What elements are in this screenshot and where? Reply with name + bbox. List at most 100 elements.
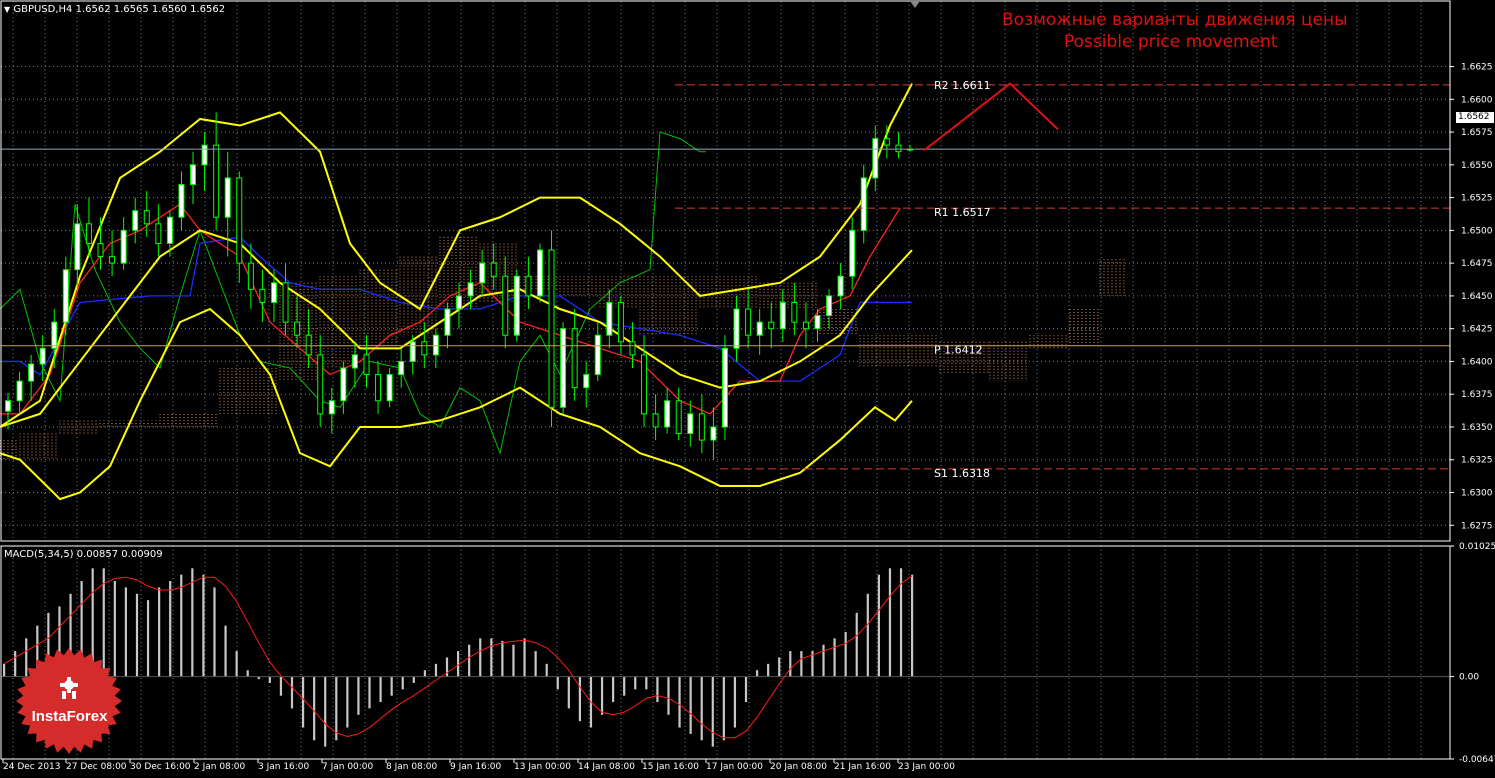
candle-body — [236, 177, 243, 264]
candle-body — [166, 216, 173, 244]
macd-histogram-bar — [401, 676, 404, 690]
candle-body — [560, 328, 567, 408]
chart-shift-marker-icon — [910, 1, 920, 8]
candle-body — [85, 223, 92, 244]
price-chart[interactable]: R2 1.6611 R1 1.6517 P 1.6412 S1 1.6318 1.66… — [0, 0, 1495, 774]
macd-histogram-bar — [213, 587, 216, 677]
candle-body — [409, 341, 416, 362]
macd-chart-frame — [0, 545, 1451, 760]
price-tick-label: 1.6375 — [1461, 390, 1493, 400]
macd-histogram-bar — [246, 670, 249, 677]
macd-histogram-bar — [368, 676, 371, 709]
macd-histogram-bar — [711, 676, 714, 747]
price-tick-label: 1.6300 — [1461, 489, 1493, 499]
macd-histogram-bar — [722, 676, 725, 741]
level-label-r1: R1 1.6517 — [934, 206, 991, 219]
macd-histogram-bar — [844, 631, 847, 677]
candle-body — [386, 374, 393, 402]
candle-body — [895, 144, 902, 153]
macd-histogram-bar — [490, 638, 493, 677]
time-tick-label: 2 Jan 08:00 — [194, 762, 246, 772]
macd-histogram-bar — [888, 568, 892, 677]
candle-body — [120, 229, 127, 264]
price-tick-label: 1.6600 — [1461, 95, 1493, 105]
macd-histogram-bar — [357, 676, 360, 715]
price-tick-label: 1.6525 — [1461, 194, 1493, 204]
macd-histogram-bar — [523, 638, 526, 677]
candle-body — [398, 360, 405, 376]
macd-histogram-bar — [877, 574, 880, 677]
candle-body — [351, 354, 358, 369]
candle-body — [213, 144, 220, 218]
candle-body — [5, 400, 11, 412]
candle-body — [664, 400, 671, 428]
time-tick-label: 21 Jan 16:00 — [834, 762, 891, 772]
candle-body — [28, 363, 35, 382]
macd-histogram-bar — [290, 676, 294, 709]
macd-histogram-bar — [346, 676, 349, 728]
macd-histogram-bar — [335, 676, 338, 741]
candle-body — [328, 400, 335, 415]
macd-histogram-bar — [479, 638, 482, 677]
candle-body — [109, 256, 116, 264]
candle-body — [143, 210, 150, 225]
chikou-line — [0, 131, 706, 455]
candle-body — [768, 321, 775, 330]
level-label-s1: S1 1.6318 — [934, 467, 990, 480]
macd-histogram-bar — [866, 593, 869, 677]
candle-body — [432, 334, 439, 356]
macd-histogram-bar — [744, 676, 748, 703]
price-tick-label: 1.6350 — [1461, 423, 1493, 433]
candle-body — [513, 275, 520, 336]
macd-histogram-bar — [512, 644, 515, 677]
forecast-arrow — [923, 82, 1059, 152]
macd-histogram-bar — [755, 670, 759, 677]
price-tick-label: 1.6425 — [1461, 325, 1493, 335]
price-tick-label: 1.6625 — [1461, 63, 1493, 73]
macd-histogram-bar — [778, 657, 781, 677]
candle-body — [247, 262, 254, 290]
instaforex-logo[interactable]: InstaForex — [12, 648, 127, 754]
price-tick-label: 1.6400 — [1461, 357, 1493, 367]
candle-body — [502, 275, 509, 336]
bollinger-middle — [0, 229, 913, 428]
bollinger-lower — [0, 307, 913, 501]
macd-histogram-bar — [600, 676, 604, 715]
macd-tick-label: -0.00647 — [1459, 755, 1495, 765]
macd-indicator-label: MACD(5,34,5) 0.00857 0.00909 — [4, 549, 163, 560]
candle-body — [548, 249, 555, 408]
macd-histogram-bar — [313, 676, 316, 741]
chart-window: R2 1.6611 R1 1.6517 P 1.6412 S1 1.6318 1.66… — [0, 0, 1495, 774]
candle-body — [224, 177, 231, 218]
price-tick-label: 1.6575 — [1461, 128, 1493, 138]
annotation-russian: Возможные варианты движения цены — [1002, 10, 1348, 30]
candle-body — [594, 334, 601, 376]
time-tick-label: 23 Jan 00:00 — [898, 762, 955, 772]
candle-body — [375, 374, 382, 402]
macd-histogram-bar — [468, 644, 471, 677]
macd-histogram-bar — [567, 676, 570, 709]
candle-body — [97, 242, 104, 258]
macd-histogram-bar — [457, 651, 460, 677]
macd-histogram-bar — [135, 593, 139, 677]
candle-body — [733, 308, 740, 349]
candle-body — [317, 354, 324, 415]
macd-histogram-bar — [678, 676, 681, 728]
dropdown-triangle-icon[interactable]: ▼ — [4, 5, 10, 14]
candle-body — [617, 301, 624, 343]
price-tick-label: 1.6500 — [1461, 226, 1493, 236]
candle-body — [259, 288, 266, 303]
candle-body — [849, 229, 856, 277]
candle-body — [687, 413, 694, 435]
macd-histogram-bar — [501, 640, 504, 677]
time-tick-label: 13 Jan 00:00 — [514, 762, 571, 772]
macd-histogram-bar — [623, 676, 626, 696]
candle-body — [51, 321, 58, 349]
macd-histogram-bar — [545, 663, 548, 677]
candle-body — [826, 295, 833, 317]
macd-histogram-bar — [434, 663, 438, 677]
candle-body — [883, 138, 890, 146]
header-info: ▼ GBPUSD,H4 1.6562 1.6565 1.6560 1.6562 — [4, 4, 225, 15]
candle-body — [363, 354, 370, 376]
candle-body — [675, 400, 682, 435]
